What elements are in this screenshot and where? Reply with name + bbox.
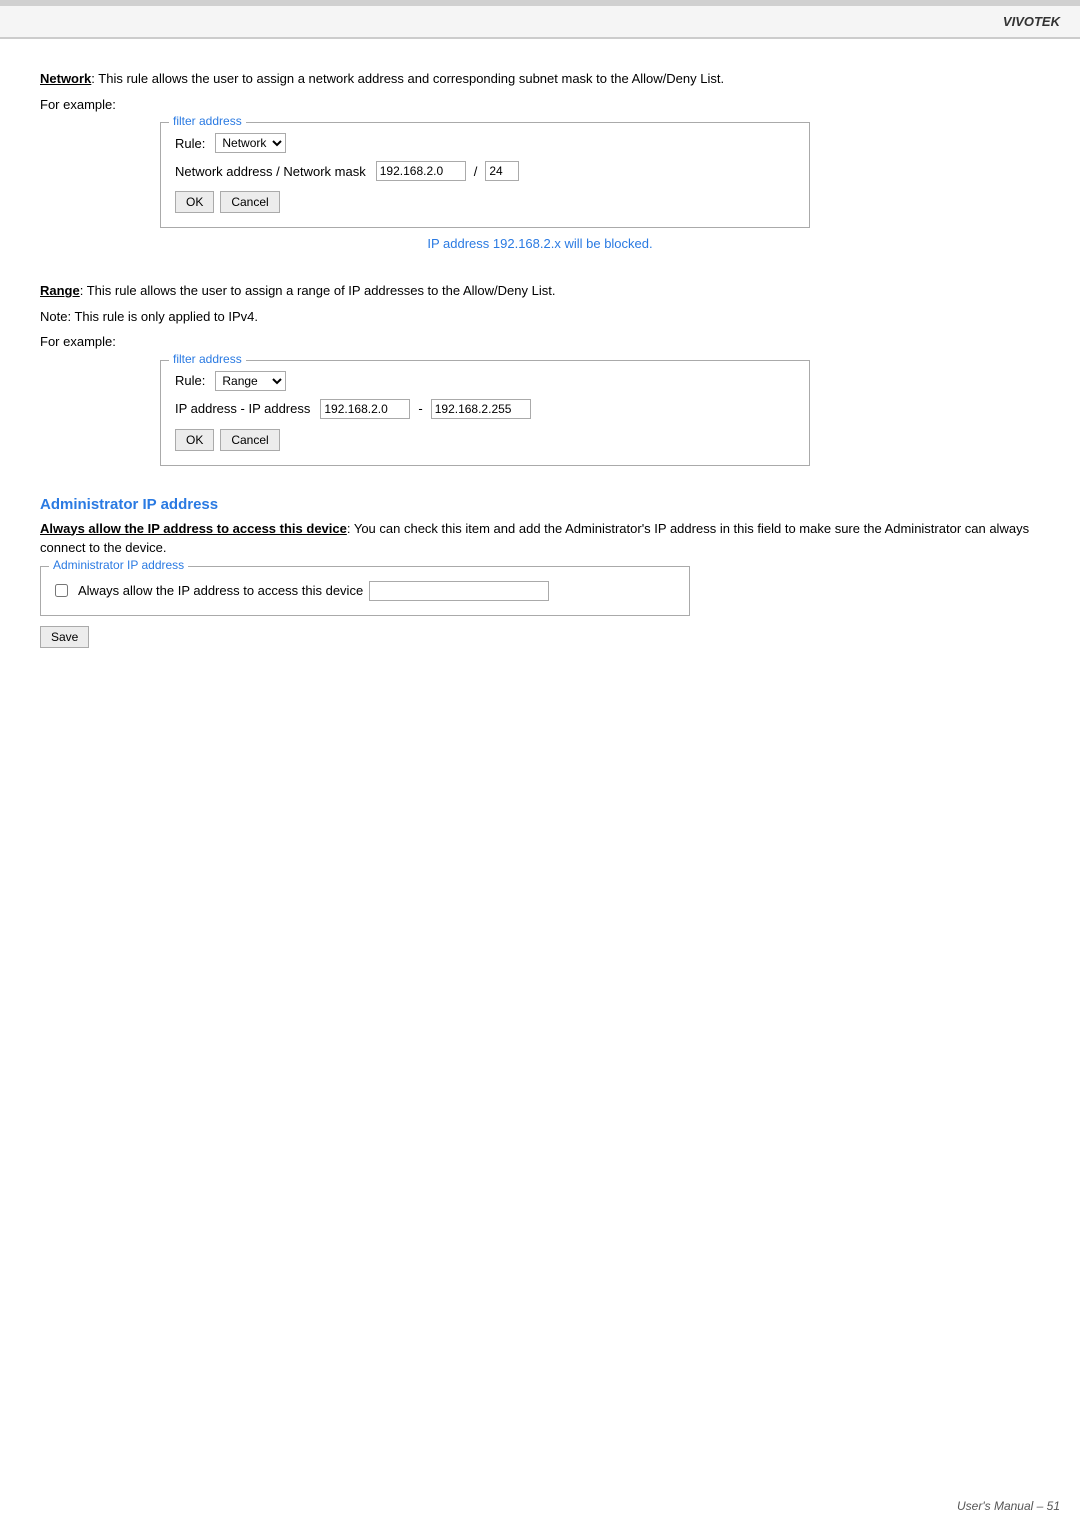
range-rule-select[interactable]: Network Range Single — [215, 371, 286, 391]
range-addr-row: IP address - IP address - — [175, 399, 795, 419]
admin-save-button[interactable]: Save — [40, 626, 89, 648]
network-rule-label: Rule: — [175, 136, 205, 151]
range-ip-label: IP address - IP address — [175, 401, 310, 416]
range-for-example: For example: — [40, 332, 1040, 352]
footer-text: User's Manual – 51 — [957, 1499, 1060, 1513]
admin-ip-input[interactable] — [369, 581, 549, 601]
range-section: Range: This rule allows the user to assi… — [40, 281, 1040, 466]
admin-always-allow-checkbox[interactable] — [55, 584, 68, 597]
network-button-row: OK Cancel — [175, 191, 795, 213]
header: VIVOTEK — [0, 6, 1080, 39]
admin-section: Administrator IP address Always allow th… — [40, 496, 1040, 648]
network-rule-select[interactable]: Network Range Single — [215, 133, 286, 153]
footer: User's Manual – 51 — [957, 1499, 1060, 1513]
admin-checkbox-label: Always allow the IP address to access th… — [78, 583, 363, 598]
network-intro-rest: : This rule allows the user to assign a … — [91, 71, 724, 86]
network-addr-label: Network address / Network mask — [175, 164, 366, 179]
range-ok-button[interactable]: OK — [175, 429, 214, 451]
admin-box-title: Administrator IP address — [49, 558, 188, 572]
network-rule-row: Rule: Network Range Single — [175, 133, 795, 153]
range-button-row: OK Cancel — [175, 429, 795, 451]
admin-checkbox-row: Always allow the IP address to access th… — [55, 581, 675, 601]
range-ip-start-input[interactable] — [320, 399, 410, 419]
network-ok-button[interactable]: OK — [175, 191, 214, 213]
network-slash: / — [474, 164, 478, 179]
network-filter-box: filter address Rule: Network Range Singl… — [160, 122, 810, 228]
range-intro: Range: This rule allows the user to assi… — [40, 281, 1040, 301]
range-note: Note: This rule is only applied to IPv4. — [40, 307, 1040, 327]
range-filter-box: filter address Rule: Network Range Singl… — [160, 360, 810, 466]
network-filter-box-title: filter address — [169, 114, 246, 128]
network-addr-row: Network address / Network mask / — [175, 161, 795, 181]
brand-logo: VIVOTEK — [1003, 14, 1060, 29]
network-intro: Network: This rule allows the user to as… — [40, 69, 1040, 89]
network-addr-input[interactable] — [376, 161, 466, 181]
network-section: Network: This rule allows the user to as… — [40, 69, 1040, 251]
range-rule-label: Rule: — [175, 373, 205, 388]
range-intro-rest: : This rule allows the user to assign a … — [80, 283, 556, 298]
network-keyword: Network — [40, 71, 91, 86]
admin-save-row: Save — [40, 626, 1040, 648]
admin-always-allow-keyword: Always allow the IP address to access th… — [40, 521, 347, 536]
admin-intro: Always allow the IP address to access th… — [40, 519, 1040, 558]
range-keyword: Range — [40, 283, 80, 298]
range-cancel-button[interactable]: Cancel — [220, 429, 279, 451]
range-dash: - — [418, 401, 422, 416]
admin-section-heading: Administrator IP address — [40, 496, 1040, 513]
range-ip-end-input[interactable] — [431, 399, 531, 419]
admin-ip-box: Administrator IP address Always allow th… — [40, 566, 690, 616]
range-filter-box-title: filter address — [169, 352, 246, 366]
network-mask-input[interactable] — [485, 161, 519, 181]
network-info-text: IP address 192.168.2.x will be blocked. — [40, 236, 1040, 251]
main-content: Network: This rule allows the user to as… — [0, 39, 1080, 708]
network-cancel-button[interactable]: Cancel — [220, 191, 279, 213]
range-rule-row: Rule: Network Range Single — [175, 371, 795, 391]
network-for-example: For example: — [40, 95, 1040, 115]
